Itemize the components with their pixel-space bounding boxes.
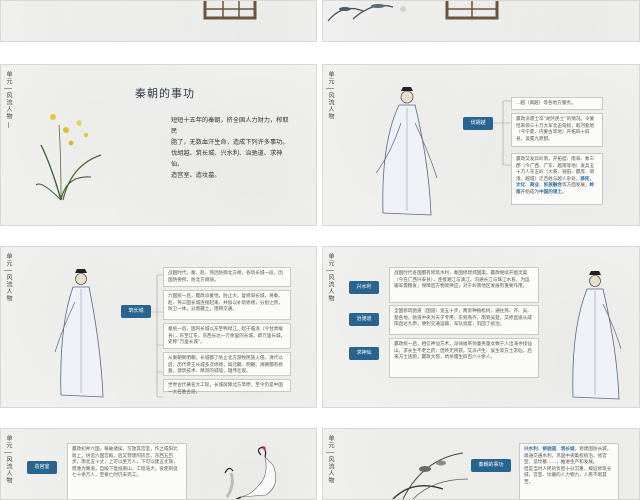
- unit-label: 单元: [5, 435, 12, 449]
- scholar-figure-illustration: [572, 271, 622, 400]
- scholar-figure-illustration: [54, 269, 104, 398]
- info-box: 战国时代，秦、赵、燕因防御北方胡，各筑长城一段，因国防要所。防北方胡骑。: [163, 267, 291, 287]
- sidebar-label: 单元 风流人物: [1, 65, 15, 225]
- paragraph-line: 短短十五年的秦朝，挤全国人力财力，榨取民: [171, 117, 289, 135]
- theme-label: 风流人物: [327, 456, 334, 484]
- info-box: 嬴政又发兵岭南，开拓桂、南海、象三郡（今广西、广东、越南等地）发兵五十万人守五岭…: [511, 153, 603, 205]
- info-box: 秦统一后，国内长城以东至鸭绿江，起于临洮（今甘肃岷县），东至辽东，东西长达一万余…: [163, 323, 291, 349]
- box-highlight: 兴水利: [524, 447, 538, 452]
- paragraph-line: 脂了，无数血汗生命，造成下列许多事功。: [171, 139, 289, 146]
- info-box: 从秦朝到明朝，长城都了防止北方游牧民族入侵。清代以后，历代帝王长城多次修缮，如元…: [163, 352, 291, 376]
- box-highlight: 商业: [529, 183, 540, 189]
- sidebar-label: 单元 风流人物: [323, 429, 337, 499]
- theme-label: 风流人物: [5, 456, 12, 484]
- orchid-illustration: [35, 114, 102, 201]
- connector-lines: [493, 100, 511, 166]
- tag-fahuyue[interactable]: 伐胡越: [463, 117, 493, 130]
- unit-label: 单元: [5, 71, 12, 85]
- window-frame-illustration: [203, 1, 257, 20]
- info-box: 兴水利、修驰道、筑长城，修建国防长城，疏通交通水利，巩固中央集权统治，修宫室、造…: [519, 443, 619, 499]
- slide-water-roads-immortals[interactable]: 单元 风流人物 兴水利 治驰道 求神仙 战国时代各国都有修筑水利，秦国修建郑国渠…: [322, 246, 640, 408]
- slide-top-left[interactable]: [0, 0, 317, 42]
- slide-qin-achievements[interactable]: 单元 风流人物 秦朝的事功 短短十五年的秦朝，挤全国人力财力，榨取民 脂了，无数…: [0, 64, 317, 226]
- orchid-ink-illustration: [392, 452, 469, 499]
- tag-water[interactable]: 兴水利: [349, 281, 379, 294]
- theme-label: 风流人物: [5, 274, 12, 302]
- box-text: ，: [589, 176, 595, 182]
- box-highlight: 筑长城: [560, 447, 575, 452]
- info-box: 世界古代著名大工程，长城屏障北方草原，至今仍是中国一大名胜古迹。: [163, 379, 291, 395]
- scholar-figure-illustration: [375, 87, 438, 216]
- info-box: ...越（闽越）等各地方服务。: [511, 97, 603, 110]
- tag-immortals[interactable]: 求神仙: [349, 347, 379, 360]
- page-title: 秦朝的事功: [135, 87, 195, 100]
- info-box: 全国修筑驰道（国道）宽五十步，两旁种植松树，通往燕、齐、吴、楚各地，驰道中央为天…: [389, 305, 539, 335]
- slide-summary[interactable]: 单元 风流人物 秦朝的事功 兴水利、修驰道、筑长城，修建国防长城，疏通交通水利，…: [322, 428, 640, 500]
- slide-fahuyue[interactable]: 单元 风流人物 伐胡越 ...越（闽越）等各地方服务。 嬴政派遣士卒“胡凭民士”…: [322, 64, 640, 226]
- sidebar-label: 单元 风流人物: [1, 429, 15, 499]
- info-box: 战国时代各国都有修筑水利，秦国修建郑国渠。嬴政继续开凿灵渠（今在广西兴安县），连…: [389, 267, 539, 303]
- sidebar-label: 单元 风流人物: [323, 247, 337, 407]
- box-highlight: 文化: [516, 183, 526, 189]
- slide-palace[interactable]: 单元 风流人物 造宫室 嬴政初并六国，每破诸侯，写放其宫室，作之咸阳北坂上，仿造…: [0, 428, 317, 500]
- info-box: 嬴政初并六国，每破诸侯，写放其宫室，作之咸阳北坂上，仿造六国宫殿。后又营建阿房宫…: [67, 443, 187, 499]
- crane-illustration: [224, 446, 277, 499]
- unit-label: 单元: [327, 435, 334, 449]
- paragraph-line: 造宫室、造坟墓。: [171, 172, 221, 179]
- tag-palace[interactable]: 造宫室: [27, 461, 57, 474]
- box-text: 等方面发展，: [562, 183, 590, 189]
- theme-label: 风流人物: [327, 92, 334, 120]
- slide-top-right[interactable]: [322, 0, 640, 42]
- info-box: 六国统一后，嬴政派蒙恬，防止大，复修旧长城，将秦、赵、燕三国长城连接起来，并加以…: [163, 290, 291, 320]
- box-text: 。: [561, 189, 567, 195]
- box-highlight: 中国的领土: [539, 189, 562, 195]
- unit-label: 单元: [327, 253, 334, 267]
- unit-label: 单元: [327, 71, 334, 85]
- box-text: 但是当时人民的负担十分沉重，被迫修筑长城、宫室、坟墓的人力物力，人民不堪其苦。: [524, 466, 612, 485]
- sidebar-label: 单元 风流人物: [1, 247, 15, 407]
- box-highlight: 民族融合: [543, 183, 563, 189]
- slide-changcheng[interactable]: 单元 风流人物 筑长城 战国时代，秦、赵、燕因防御北方胡，各筑长城一段，因国防要…: [0, 246, 317, 408]
- tag-changcheng[interactable]: 筑长城: [121, 305, 151, 318]
- window-frame-illustration: [445, 1, 499, 20]
- qin-paragraph: 短短十五年的秦朝，挤全国人力财力，榨取民 脂了，无数血汗生命，造成下列许多事功。…: [171, 115, 291, 181]
- box-text: 开始成为: [520, 189, 539, 195]
- info-box: 嬴政派遣士卒“胡凭民士”的情况。令蒙恬率领三十万大军北击匈奴，取河套地（今宁夏、…: [511, 113, 603, 147]
- box-text: 嬴政派遣士卒: [516, 117, 544, 122]
- box-highlight: 移民: [580, 176, 590, 182]
- theme-label: 风流人物: [327, 274, 334, 302]
- sidebar-label: 单元 风流人物: [323, 65, 337, 225]
- tag-roads[interactable]: 治驰道: [349, 313, 379, 326]
- box-highlight: 修驰道: [542, 447, 557, 452]
- paragraph-line: 伐胡越、筑长城、兴水利、治驰道、求神仙、: [171, 150, 283, 168]
- unit-label: 单元: [5, 253, 12, 267]
- theme-label: 风流人物: [5, 92, 12, 120]
- tag-summary[interactable]: 秦朝的事功: [471, 459, 511, 472]
- bamboo-painting-illustration: [327, 4, 406, 22]
- info-box: 嬴政统一后，相信神仙方术，派徐福带领童男童女数千人出海寻找仙山，求长生不老之药，…: [389, 338, 539, 378]
